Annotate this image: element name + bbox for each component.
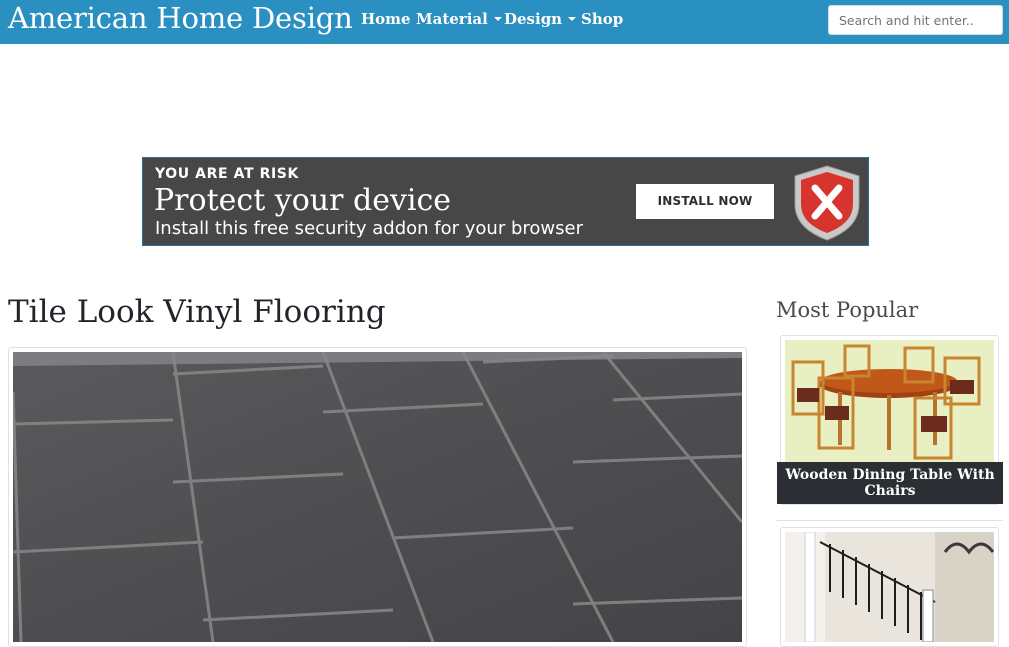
popular-post-card[interactable]: Wooden Dining Table With Chairs [777,335,1003,505]
vinyl-floor-photo [13,352,742,642]
ad-kicker-text: YOU ARE AT RISK [155,166,299,182]
install-now-button[interactable]: INSTALL NOW [636,184,774,219]
post-title: Tile Look Vinyl Flooring [8,294,386,330]
nav-design-label: Design [504,10,563,28]
most-popular-heading: Most Popular [776,298,919,322]
chevron-down-icon [568,17,577,21]
security-shield-icon [794,165,860,241]
nav-home-label: Home [361,10,411,28]
search-input[interactable] [828,5,1003,35]
top-navbar: American Home Design Home Material Desig… [0,0,1009,44]
nav-design-dropdown[interactable]: Design [504,0,577,38]
dining-table-thumbnail [785,340,994,462]
chevron-down-icon [493,17,502,21]
nav-shop-label: Shop [581,10,624,28]
site-brand-link[interactable]: American Home Design [8,0,353,38]
nav-shop-link[interactable]: Shop [581,0,623,38]
staircase-thumbnail [785,531,995,643]
popular-post-card[interactable] [780,527,999,647]
popular-post-caption: Wooden Dining Table With Chairs [777,462,1003,504]
ad-subtext: Install this free security addon for you… [155,218,583,239]
nav-material-dropdown[interactable]: Material [416,0,502,38]
ad-banner[interactable]: YOU ARE AT RISK Protect your device Inst… [142,157,869,246]
sidebar-divider [776,520,1003,521]
nav-home-link[interactable]: Home [361,0,411,38]
post-hero-image [8,347,747,647]
ad-headline: Protect your device [154,183,452,218]
nav-material-label: Material [416,10,488,28]
